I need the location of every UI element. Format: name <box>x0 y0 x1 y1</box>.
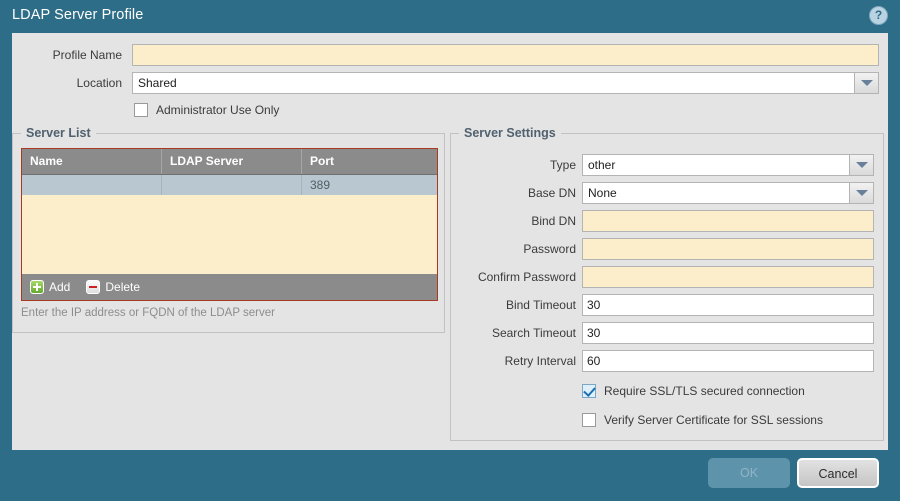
type-select[interactable]: other <box>582 154 874 176</box>
password-input[interactable] <box>582 238 874 260</box>
profile-name-label: Profile Name <box>52 48 122 62</box>
type-value: other <box>582 154 849 176</box>
base-dn-value: None <box>582 182 849 204</box>
chevron-down-icon[interactable] <box>849 182 874 204</box>
ok-button[interactable]: OK <box>708 458 790 488</box>
verify-certificate-row[interactable]: Verify Server Certificate for SSL sessio… <box>582 410 823 430</box>
base-dn-select[interactable]: None <box>582 182 874 204</box>
chevron-down-icon[interactable] <box>854 72 879 94</box>
administrator-use-only-checkbox[interactable] <box>134 103 148 117</box>
minus-square-icon <box>86 280 101 294</box>
cancel-button[interactable]: Cancel <box>797 458 879 488</box>
require-ssl-row[interactable]: Require SSL/TLS secured connection <box>582 381 805 401</box>
server-list-hint: Enter the IP address or FQDN of the LDAP… <box>21 307 275 319</box>
column-header-port[interactable]: Port <box>302 149 437 174</box>
server-list-table: Name LDAP Server Port 389 Add Delete <box>21 148 438 301</box>
table-row[interactable]: 389 <box>22 175 437 195</box>
plus-square-icon <box>30 280 44 294</box>
cell-port[interactable]: 389 <box>302 175 437 195</box>
confirm-password-label: Confirm Password <box>477 270 576 284</box>
dialog-content: Profile Name Location Shared Administrat… <box>12 33 888 450</box>
search-timeout-label: Search Timeout <box>491 326 576 340</box>
cell-name[interactable] <box>22 175 162 195</box>
dialog-title-bar: LDAP Server Profile ? <box>0 0 900 33</box>
require-ssl-label: Require SSL/TLS secured connection <box>604 384 805 398</box>
retry-interval-label: Retry Interval <box>504 354 576 368</box>
bind-timeout-label: Bind Timeout <box>505 298 576 312</box>
delete-button[interactable]: Delete <box>86 280 140 294</box>
column-header-ldap-server[interactable]: LDAP Server <box>162 149 302 174</box>
add-button[interactable]: Add <box>30 280 70 294</box>
location-select[interactable]: Shared <box>132 72 879 94</box>
administrator-use-only-label: Administrator Use Only <box>156 103 280 117</box>
verify-certificate-label: Verify Server Certificate for SSL sessio… <box>604 413 823 427</box>
delete-button-label: Delete <box>105 280 141 294</box>
location-value: Shared <box>132 72 854 94</box>
type-label: Type <box>549 158 576 172</box>
require-ssl-checkbox[interactable] <box>582 384 596 398</box>
ldap-server-profile-dialog: LDAP Server Profile ? Profile Name Locat… <box>0 0 900 501</box>
retry-interval-input[interactable] <box>582 350 874 372</box>
column-header-name[interactable]: Name <box>22 149 162 174</box>
add-button-label: Add <box>49 280 71 294</box>
table-header-row: Name LDAP Server Port <box>22 149 437 175</box>
server-list-legend: Server List <box>21 126 96 140</box>
administrator-use-only-row[interactable]: Administrator Use Only <box>134 100 279 120</box>
base-dn-label: Base DN <box>527 186 576 200</box>
verify-certificate-checkbox[interactable] <box>582 413 596 427</box>
bind-dn-label: Bind DN <box>531 214 576 228</box>
cell-ldap-server[interactable] <box>162 175 302 195</box>
bind-timeout-input[interactable] <box>582 294 874 316</box>
dialog-title: LDAP Server Profile <box>12 7 144 23</box>
table-toolbar: Add Delete <box>22 274 437 300</box>
password-label: Password <box>523 242 576 256</box>
location-label: Location <box>76 76 122 90</box>
help-icon[interactable]: ? <box>869 6 888 25</box>
search-timeout-input[interactable] <box>582 322 874 344</box>
profile-name-input[interactable] <box>132 44 879 66</box>
chevron-down-icon[interactable] <box>849 154 874 176</box>
bind-dn-input[interactable] <box>582 210 874 232</box>
confirm-password-input[interactable] <box>582 266 874 288</box>
server-settings-legend: Server Settings <box>459 126 561 140</box>
